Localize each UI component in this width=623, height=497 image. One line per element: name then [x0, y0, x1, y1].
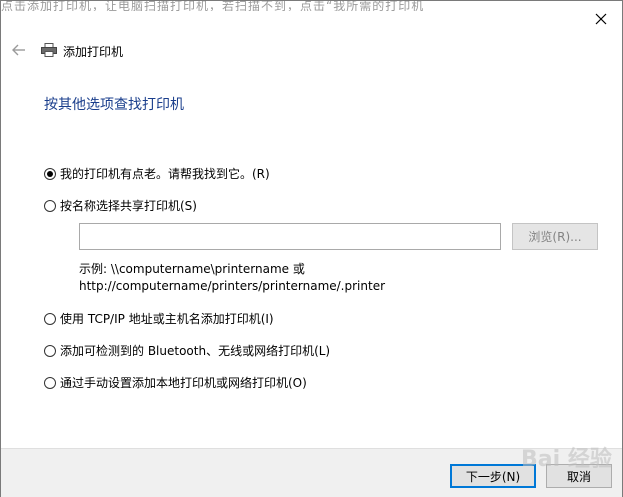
- example-line-2: http://computername/printers/printername…: [79, 279, 386, 293]
- option-shared-by-name-label: 按名称选择共享打印机(S): [60, 199, 197, 213]
- example-line-1: 示例: \\computername\printername 或: [79, 262, 305, 276]
- close-button[interactable]: [588, 7, 614, 31]
- option-tcpip-label: 使用 TCP/IP 地址或主机名添加打印机(I): [60, 312, 274, 326]
- next-button[interactable]: 下一步(N): [450, 464, 536, 488]
- back-arrow-icon: [12, 44, 25, 56]
- option-tcpip[interactable]: 使用 TCP/IP 地址或主机名添加打印机(I): [44, 310, 274, 327]
- radio-bluetooth-wireless[interactable]: [44, 344, 56, 357]
- share-name-input[interactable]: [79, 223, 501, 250]
- radio-tcpip[interactable]: [44, 312, 56, 325]
- wizard-header: 添加打印机: [1, 35, 622, 65]
- background-text: 点击添加打印机，让电脑扫描打印机，若扫描不到，点击“我所需的打印机: [1, 1, 425, 11]
- cancel-button[interactable]: 取消: [546, 464, 612, 488]
- browse-button[interactable]: 浏览(R)...: [512, 223, 598, 250]
- radio-shared-by-name[interactable]: [44, 199, 56, 212]
- option-manual-local-label: 通过手动设置添加本地打印机或网络打印机(O): [60, 376, 307, 390]
- page-heading: 按其他选项查找打印机: [44, 97, 184, 113]
- option-old-printer-label: 我的打印机有点老。请帮我找到它。(R): [60, 167, 270, 181]
- radio-old-printer[interactable]: [44, 167, 56, 180]
- close-icon: [595, 13, 607, 25]
- option-shared-by-name[interactable]: 按名称选择共享打印机(S): [44, 197, 197, 214]
- window-title: 添加打印机: [63, 45, 124, 59]
- dialog-footer: 下一步(N) 取消: [1, 448, 622, 497]
- add-printer-dialog: 点击添加打印机，让电脑扫描打印机，若扫描不到，点击“我所需的打印机 添加打印机 …: [0, 0, 623, 497]
- option-old-printer[interactable]: 我的打印机有点老。请帮我找到它。(R): [44, 165, 270, 182]
- printer-icon: [41, 43, 57, 57]
- option-manual-local[interactable]: 通过手动设置添加本地打印机或网络打印机(O): [44, 374, 307, 391]
- radio-manual-local[interactable]: [44, 376, 56, 389]
- option-bluetooth-wireless[interactable]: 添加可检测到的 Bluetooth、无线或网络打印机(L): [44, 342, 330, 359]
- option-bluetooth-wireless-label: 添加可检测到的 Bluetooth、无线或网络打印机(L): [60, 344, 331, 358]
- example-text: 示例: \\computername\printername 或 http://…: [79, 261, 385, 295]
- back-button[interactable]: [9, 41, 29, 59]
